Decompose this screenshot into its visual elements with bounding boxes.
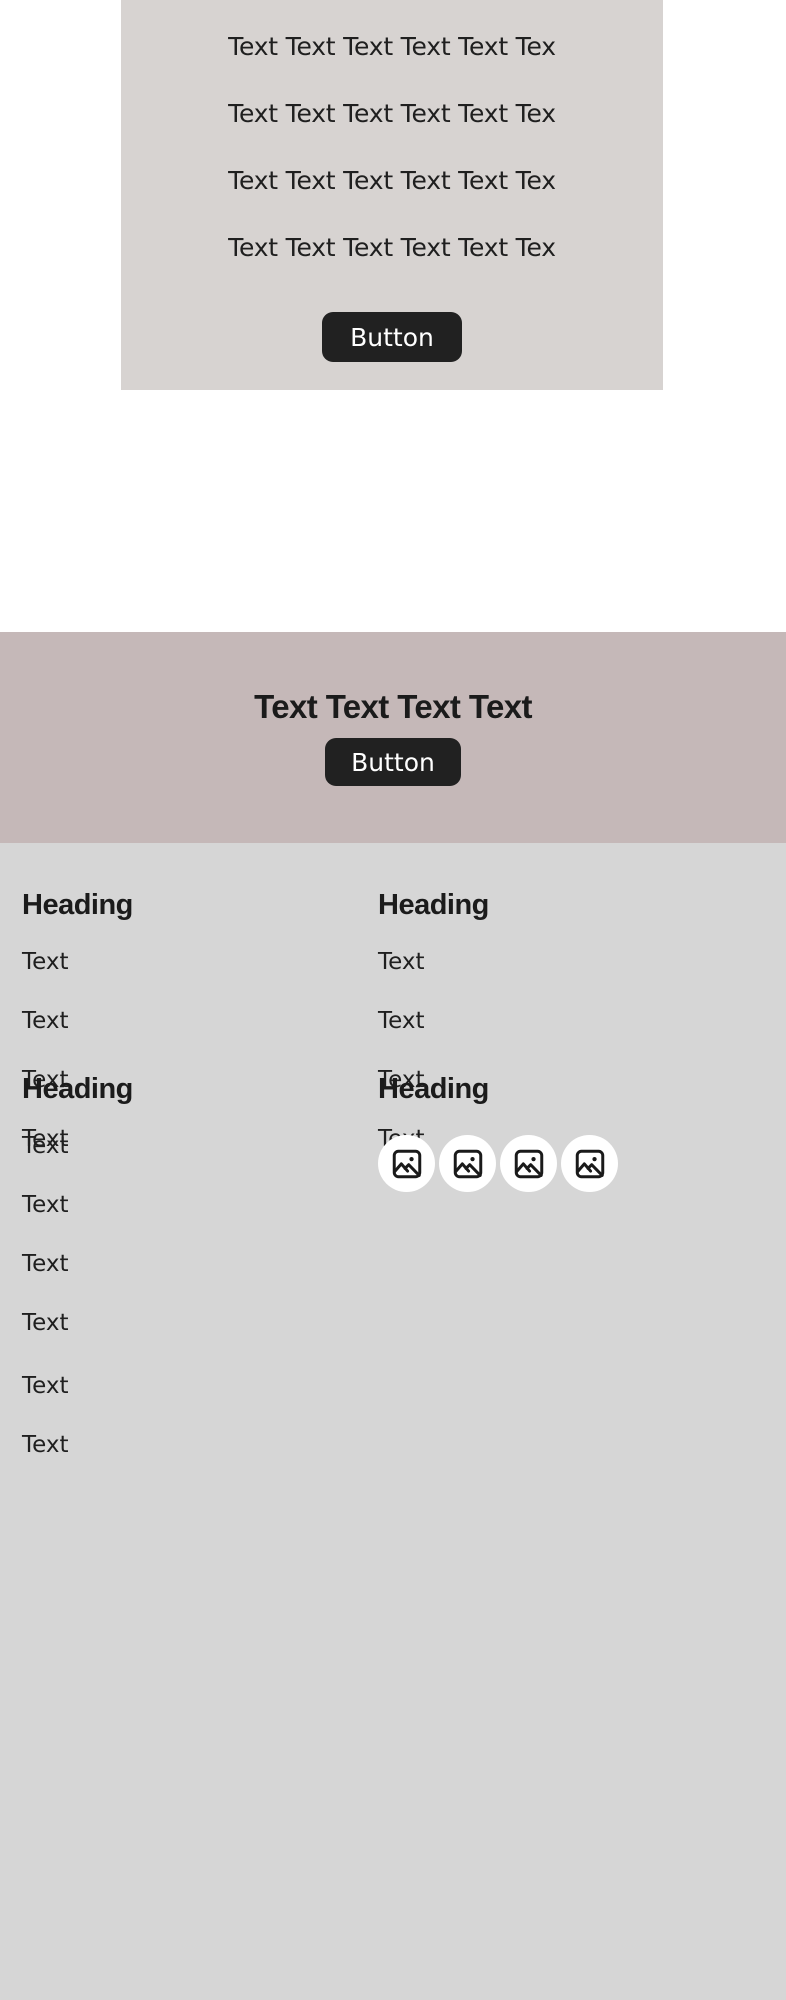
social-icon-row <box>378 1135 718 1192</box>
banner-title: Text Text Text Text <box>254 687 532 725</box>
footer-link[interactable]: Text <box>22 1434 362 1457</box>
footer-heading: Heading <box>378 1073 489 1105</box>
hero-card: Text Text Text Text Text Tex Text Text T… <box>121 0 663 390</box>
footer-link[interactable]: Text <box>22 1135 362 1158</box>
footer-column-4: Heading <box>378 1075 718 1192</box>
image-icon <box>573 1147 607 1181</box>
hero-text-line: Text Text Text Text Text Tex <box>228 99 556 128</box>
footer-heading: Heading <box>22 889 133 921</box>
footer-link[interactable]: Text <box>22 1312 362 1335</box>
image-icon-button-1[interactable] <box>378 1135 435 1192</box>
image-icon-button-3[interactable] <box>500 1135 557 1192</box>
footer-link[interactable]: Text <box>378 951 718 974</box>
hero-text-line: Text Text Text Text Text Tex <box>228 32 556 61</box>
banner-button[interactable]: Button <box>325 738 461 787</box>
image-icon <box>512 1147 546 1181</box>
footer-heading: Heading <box>22 1073 133 1105</box>
footer-extra-links: Text Text <box>22 1375 362 1457</box>
hero-section: Text Text Text Text Text Tex Text Text T… <box>0 0 786 390</box>
footer-link[interactable]: Text <box>22 1194 362 1217</box>
promo-banner: Text Text Text Text Button <box>0 632 786 843</box>
footer-link[interactable]: Text <box>378 1010 718 1033</box>
footer-link[interactable]: Text <box>22 1010 362 1033</box>
hero-text-line: Text Text Text Text Text Tex <box>228 166 556 195</box>
image-icon <box>451 1147 485 1181</box>
footer-link[interactable]: Text <box>22 951 362 974</box>
hero-button[interactable]: Button <box>322 312 462 362</box>
footer-link[interactable]: Text <box>22 1253 362 1276</box>
image-icon <box>390 1147 424 1181</box>
footer-link[interactable]: Text <box>22 1375 362 1398</box>
image-icon-button-4[interactable] <box>561 1135 618 1192</box>
hero-text-line: Text Text Text Text Text Tex <box>228 233 556 262</box>
footer-heading: Heading <box>378 889 489 921</box>
footer-grid: Heading Text Text Text Text Heading Text… <box>0 843 786 2000</box>
footer-column-3: Heading Text Text Text Text <box>22 1075 362 1335</box>
image-icon-button-2[interactable] <box>439 1135 496 1192</box>
footer-section: Heading Text Text Text Text Heading Text… <box>0 843 786 2000</box>
